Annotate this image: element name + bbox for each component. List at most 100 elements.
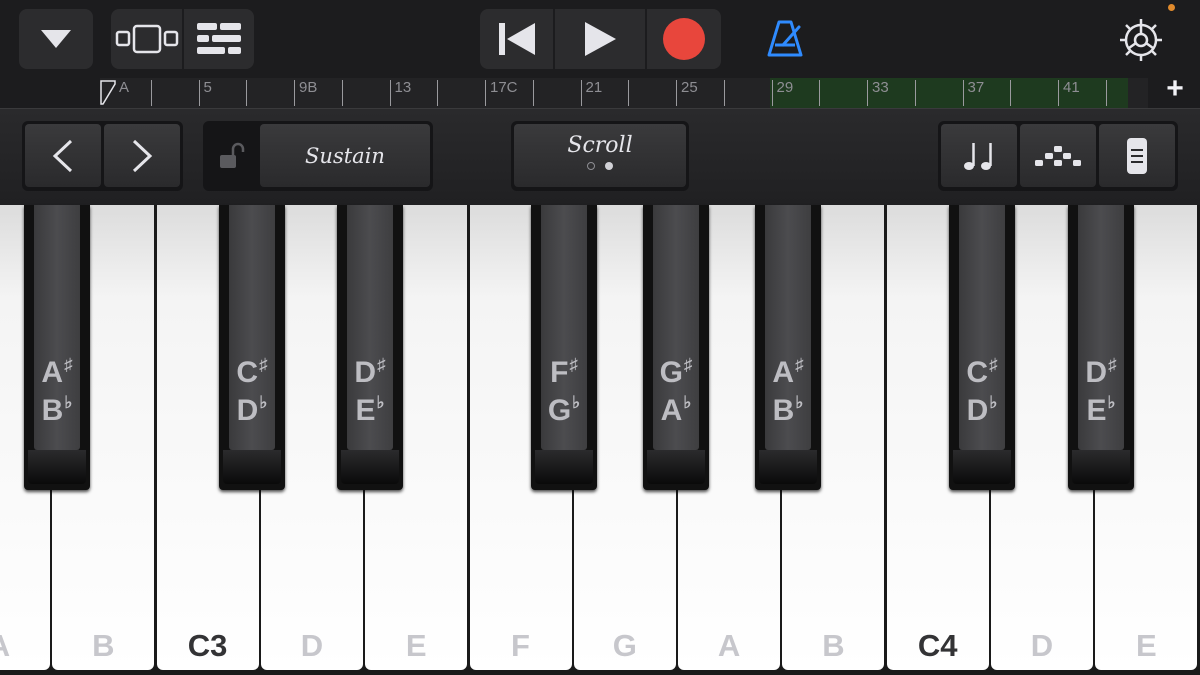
timeline-ruler[interactable]: A 5 9B 13 17C 21 25 29 33 37 41 + <box>0 72 1200 108</box>
sharp-sign: ♯ <box>683 355 693 374</box>
browser-view-button[interactable] <box>111 9 182 69</box>
scroll-button[interactable]: Scroll <box>514 124 686 187</box>
chevron-left-icon <box>52 139 73 172</box>
ruler-tick <box>150 80 152 106</box>
white-key-label: E <box>1135 628 1157 663</box>
black-key-label-bottom: A♭ <box>653 393 699 428</box>
white-key-label: D <box>1030 628 1054 663</box>
record-button[interactable] <box>647 9 721 69</box>
sharp-sign: ♯ <box>377 355 386 374</box>
white-key-label: F <box>511 628 530 663</box>
ruler-bar-label: 37 <box>967 79 985 96</box>
add-section-button[interactable]: + <box>1160 72 1190 108</box>
sustain-lock-button[interactable] <box>206 124 258 187</box>
keyboard-layout-button[interactable] <box>1099 124 1175 187</box>
sustain-button[interactable]: Sustain <box>260 124 430 187</box>
white-key-label: E <box>405 628 427 663</box>
flat-sign: ♭ <box>683 393 692 412</box>
note-letter: G <box>547 394 572 427</box>
black-key-label-top: G♯ <box>653 355 699 390</box>
settings-button[interactable] <box>1115 4 1175 66</box>
flat-sign: ♭ <box>989 393 998 412</box>
white-key-label: C4 <box>917 628 958 663</box>
menu-button[interactable] <box>19 9 93 69</box>
dot-indicator <box>587 162 595 170</box>
black-key[interactable]: G♯ A♭ <box>643 205 709 490</box>
sharp-sign: ♯ <box>989 355 998 374</box>
flat-sign: ♭ <box>795 393 804 412</box>
black-key-label-bottom: G♭ <box>541 393 587 428</box>
ruler-bar-label: 29 <box>776 79 794 96</box>
black-key-label-top: A♯ <box>765 355 811 390</box>
note-letter: E <box>355 394 376 427</box>
piano-keyboard[interactable]: ABC3DEFGABC4DEA♯B♭C♯D♭D♯E♭F♯G♭G♯A♭A♯B♭C♯… <box>0 205 1200 675</box>
scroll-group: Scroll <box>511 121 689 191</box>
keyboard-options-group <box>938 121 1178 191</box>
ruler-tick <box>867 80 868 106</box>
arpeggiator-icon <box>1035 145 1081 166</box>
note-letter: G <box>659 356 683 389</box>
black-key[interactable]: D♯ E♭ <box>1068 205 1134 490</box>
black-key[interactable]: F♯ G♭ <box>531 205 597 490</box>
white-key-label: B <box>92 628 115 663</box>
white-key-label: A <box>717 628 741 663</box>
playhead-icon[interactable] <box>100 80 116 108</box>
flat-sign: ♭ <box>1107 393 1116 412</box>
black-key[interactable]: C♯ D♭ <box>219 205 285 490</box>
black-key-label-bottom: E♭ <box>1078 393 1124 428</box>
black-key-tip <box>223 450 281 484</box>
note-letter: C <box>236 356 259 389</box>
black-key-label-top: C♯ <box>229 355 275 390</box>
flat-sign: ♭ <box>64 393 73 412</box>
octave-up-button[interactable] <box>104 124 180 187</box>
ruler-tick <box>1010 80 1012 106</box>
notes-button[interactable] <box>941 124 1017 187</box>
ruler-bar-label: 21 <box>585 79 603 96</box>
white-key-label: A <box>0 628 50 664</box>
sharp-sign: ♯ <box>1108 355 1117 374</box>
play-button[interactable] <box>555 9 645 69</box>
black-key-label-bottom: B♭ <box>765 393 811 428</box>
keyboard-layout-icon <box>1127 137 1147 174</box>
ruler-tick <box>1058 80 1059 106</box>
tracks-view-button[interactable] <box>184 9 254 69</box>
arpeggiator-button[interactable] <box>1020 124 1096 187</box>
note-letter: A <box>41 356 64 389</box>
ruler-bar-label: 13 <box>394 79 412 96</box>
black-key-label-top: F♯ <box>541 355 587 390</box>
black-key-tip <box>535 450 593 484</box>
rewind-button[interactable] <box>480 9 553 69</box>
ruler-tick <box>198 80 200 106</box>
black-key[interactable]: C♯ D♭ <box>949 205 1015 490</box>
black-key[interactable]: A♯ B♭ <box>24 205 90 490</box>
browser-view-icon <box>115 24 178 54</box>
flat-sign: ♭ <box>376 393 385 412</box>
black-key-face: G♯ A♭ <box>653 205 699 450</box>
black-key-tip <box>759 450 817 484</box>
black-key[interactable]: A♯ B♭ <box>755 205 821 490</box>
metronome-button[interactable] <box>760 14 810 64</box>
black-key[interactable]: D♯ E♭ <box>337 205 403 490</box>
sustain-label: Sustain <box>305 143 385 168</box>
note-letter: C <box>966 356 989 389</box>
sharp-sign: ♯ <box>64 355 73 374</box>
octave-down-button[interactable] <box>25 124 101 187</box>
black-key-label-top: C♯ <box>959 355 1005 390</box>
ruler-tick <box>485 80 486 106</box>
black-key-tip <box>647 450 705 484</box>
ruler-bar-label: A <box>119 79 130 96</box>
note-letter: B <box>772 394 795 427</box>
black-key-face: F♯ G♭ <box>541 205 587 450</box>
black-key-label-top: D♯ <box>347 355 393 390</box>
ruler-tick <box>341 80 343 106</box>
ruler-bar-label: 41 <box>1063 79 1080 96</box>
black-key-label-bottom: B♭ <box>34 393 80 428</box>
note-letter: E <box>1086 394 1107 427</box>
note-letter: A <box>772 356 795 389</box>
unlock-icon <box>220 142 245 168</box>
ruler-tick <box>723 80 725 106</box>
ruler-tick <box>771 80 773 106</box>
black-key-tip <box>953 450 1011 484</box>
sharp-sign: ♯ <box>259 355 268 374</box>
flat-sign: ♭ <box>259 393 268 412</box>
